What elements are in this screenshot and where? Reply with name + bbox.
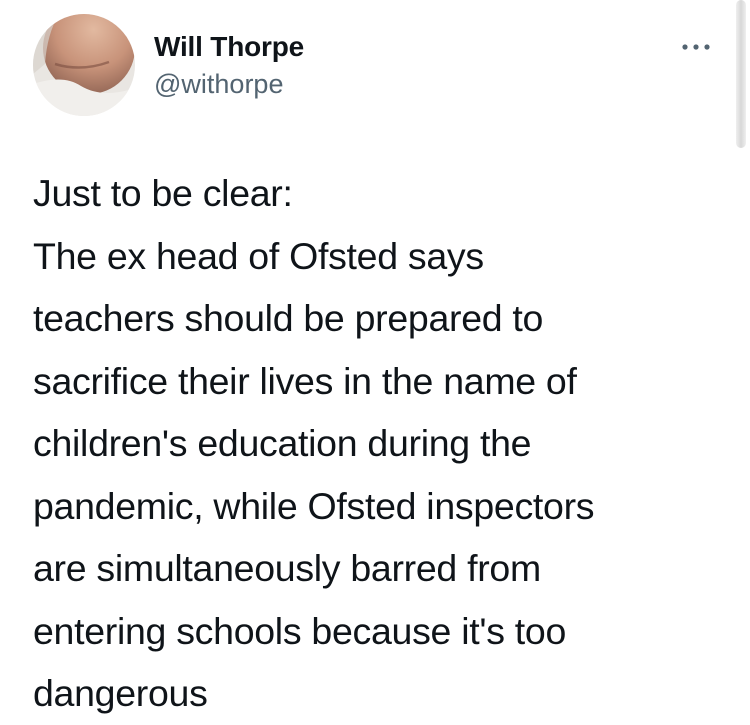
more-options-dots-icon bbox=[682, 44, 710, 50]
tweet-text-line: teachers should be prepared to bbox=[33, 297, 544, 339]
tweet-text-line: entering schools because it's too bbox=[33, 609, 567, 652]
author-handle[interactable]: @withorpe bbox=[154, 68, 283, 100]
tweet-text-line: are simultaneously barred from bbox=[33, 547, 541, 589]
more-options-button[interactable] bbox=[677, 36, 715, 58]
tweet-text-line: sacrifice their lives in the name of bbox=[33, 359, 577, 402]
avatar[interactable] bbox=[33, 14, 135, 116]
tweet-card: Will Thorpe @withorpe Just to be clear: … bbox=[0, 0, 750, 715]
tweet-text-line: The ex head of Ofsted says bbox=[33, 234, 484, 277]
tweet-text-line: children's education during the bbox=[33, 422, 532, 464]
tweet-text-line: pandemic, while Ofsted inspectors bbox=[33, 484, 595, 527]
author-name[interactable]: Will Thorpe bbox=[154, 30, 304, 64]
scrollbar[interactable] bbox=[736, 0, 746, 148]
tweet-text-line: dangerous bbox=[33, 672, 208, 714]
profile-photo-icon bbox=[33, 14, 135, 116]
tweet-text: Just to be clear: The ex head of Ofsted … bbox=[33, 162, 713, 725]
tweet-text-line: Just to be clear: bbox=[33, 172, 293, 214]
